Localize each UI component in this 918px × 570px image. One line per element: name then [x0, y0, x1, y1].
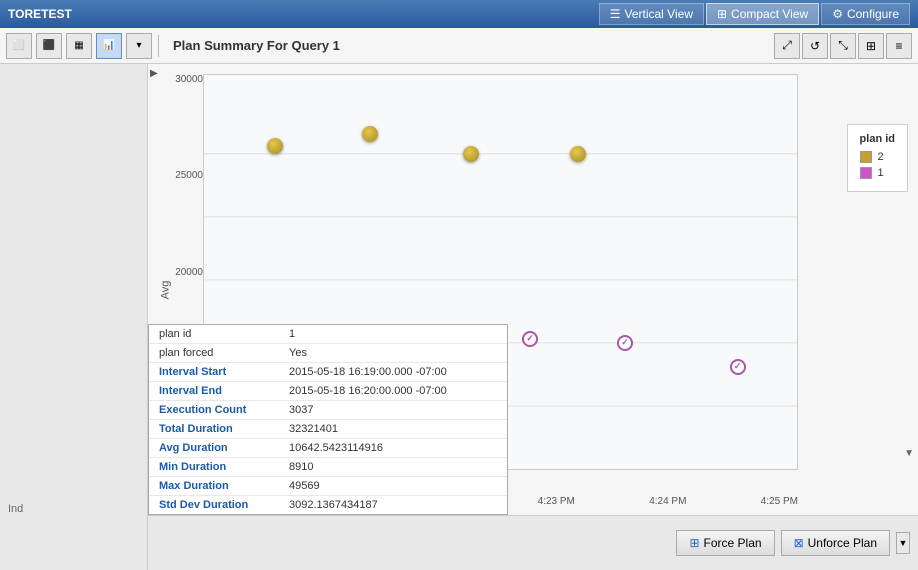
collapse-btn[interactable]: ▶: [150, 68, 158, 79]
toolbar-btn-chart[interactable]: 📊: [96, 33, 122, 59]
main-content: Ind ▶ Avg 30000 25000 20000 15000 10000: [0, 64, 918, 570]
unforce-plan-button[interactable]: ⊠ Unforce Plan: [781, 530, 890, 556]
info-row-plan-id: plan id 1: [149, 325, 507, 344]
info-panel: plan id 1 plan forced Yes Interval Start…: [148, 324, 508, 515]
info-row-min-dur: Min Duration 8910: [149, 458, 507, 477]
chart-wrapper: ▶ Avg 30000 25000 20000 15000 10000: [148, 64, 918, 515]
ind-label: Ind: [8, 503, 23, 515]
toolbar-btn-1[interactable]: ⬜: [6, 33, 32, 59]
compact-icon: ⊞: [717, 7, 727, 21]
legend-item-2: 2: [860, 151, 895, 163]
toolbar-btn-3[interactable]: ▦: [66, 33, 92, 59]
toolbar-right: ⤢ ↺ ⤡ ⊞ ≡: [774, 33, 912, 59]
info-val-total-dur: 32321401: [289, 423, 497, 435]
gold-dot-1[interactable]: [267, 138, 283, 154]
app-title: TORETEST: [8, 7, 72, 21]
legend-title: plan id: [860, 133, 895, 145]
title-bar: TORETEST ☰ Vertical View ⊞ Compact View …: [0, 0, 918, 28]
title-bar-actions: ☰ Vertical View ⊞ Compact View ⚙ Configu…: [599, 3, 910, 25]
configure-btn[interactable]: ⚙ Configure: [821, 3, 910, 25]
vertical-view-btn[interactable]: ☰ Vertical View: [599, 3, 704, 25]
legend-color-2: [860, 151, 872, 163]
legend-color-1: [860, 167, 872, 179]
view-icon: ☰: [610, 7, 621, 21]
info-row-exec-count: Execution Count 3037: [149, 401, 507, 420]
info-val-plan-forced: Yes: [289, 347, 497, 359]
info-val-exec-count: 3037: [289, 404, 497, 416]
info-val-interval-end: 2015-05-18 16:20:00.000 -07:00: [289, 385, 497, 397]
legend-label-2: 2: [878, 151, 884, 163]
center-panel: ▶ Avg 30000 25000 20000 15000 10000: [148, 64, 918, 570]
info-row-max-dur: Max Duration 49569: [149, 477, 507, 496]
info-val-min-dur: 8910: [289, 461, 497, 473]
toolbar: ⬜ ⬛ ▦ 📊 ▾ Plan Summary For Query 1 ⤢ ↺ ⤡…: [0, 28, 918, 64]
x-tick-5: 4:25 PM: [761, 496, 798, 507]
info-row-stddev-dur: Std Dev Duration 3092.1367434187: [149, 496, 507, 514]
purple-dot-6[interactable]: [730, 359, 746, 375]
info-key-interval-start: Interval Start: [159, 366, 289, 378]
legend-label-1: 1: [878, 167, 884, 179]
force-plan-icon: ⊞: [689, 536, 699, 550]
y-tick-2: 20000: [175, 267, 203, 278]
info-row-total-dur: Total Duration 32321401: [149, 420, 507, 439]
info-key-exec-count: Execution Count: [159, 404, 289, 416]
left-panel-inner: Ind: [0, 64, 147, 570]
info-key-min-dur: Min Duration: [159, 461, 289, 473]
info-key-interval-end: Interval End: [159, 385, 289, 397]
info-row-interval-start: Interval Start 2015-05-18 16:19:00.000 -…: [149, 363, 507, 382]
info-val-max-dur: 49569: [289, 480, 497, 492]
bottom-panel: ⊞ Force Plan ⊠ Unforce Plan ▼: [148, 515, 918, 570]
info-val-interval-start: 2015-05-18 16:19:00.000 -07:00: [289, 366, 497, 378]
legend-item-1: 1: [860, 167, 895, 179]
gold-dot-4[interactable]: [570, 146, 586, 162]
toolbar-btn-dropdown[interactable]: ▾: [126, 33, 152, 59]
gold-dot-3[interactable]: [463, 146, 479, 162]
purple-dot-4[interactable]: [522, 331, 538, 347]
force-plan-button[interactable]: ⊞ Force Plan: [676, 530, 774, 556]
purple-dot-5[interactable]: [617, 335, 633, 351]
gold-dot-2[interactable]: [362, 126, 378, 142]
toolbar-settings-btn[interactable]: ⊞: [858, 33, 884, 59]
toolbar-expand-btn[interactable]: ⤡: [830, 33, 856, 59]
plan-title: Plan Summary For Query 1: [173, 38, 340, 53]
x-tick-4: 4:24 PM: [649, 496, 686, 507]
left-panel: Ind: [0, 64, 148, 570]
toolbar-menu-btn[interactable]: ≡: [886, 33, 912, 59]
info-row-avg-dur: Avg Duration 10642.5423114916: [149, 439, 507, 458]
y-tick-0: 30000: [175, 74, 203, 85]
toolbar-separator: [158, 35, 159, 57]
y-axis-label: Avg: [159, 280, 171, 299]
toolbar-zoom-btn[interactable]: ⤢: [774, 33, 800, 59]
info-key-plan-forced: plan forced: [159, 347, 289, 359]
info-val-avg-dur: 10642.5423114916: [289, 442, 497, 454]
unforce-plan-icon: ⊠: [794, 536, 804, 550]
gear-icon: ⚙: [832, 7, 843, 21]
info-key-max-dur: Max Duration: [159, 480, 289, 492]
info-key-total-dur: Total Duration: [159, 423, 289, 435]
info-key-plan-id: plan id: [159, 328, 289, 340]
x-tick-3: 4:23 PM: [538, 496, 575, 507]
info-key-avg-dur: Avg Duration: [159, 442, 289, 454]
scroll-down-arrow[interactable]: ▼: [904, 448, 914, 459]
compact-view-btn[interactable]: ⊞ Compact View: [706, 3, 819, 25]
scroll-arrow-btn[interactable]: ▼: [896, 532, 910, 554]
y-tick-1: 25000: [175, 170, 203, 181]
info-row-plan-forced: plan forced Yes: [149, 344, 507, 363]
info-key-stddev-dur: Std Dev Duration: [159, 499, 289, 511]
toolbar-btn-2[interactable]: ⬛: [36, 33, 62, 59]
toolbar-refresh-btn[interactable]: ↺: [802, 33, 828, 59]
info-val-stddev-dur: 3092.1367434187: [289, 499, 497, 511]
info-row-interval-end: Interval End 2015-05-18 16:20:00.000 -07…: [149, 382, 507, 401]
chart-legend: plan id 2 1: [847, 124, 908, 192]
info-val-plan-id: 1: [289, 328, 497, 340]
